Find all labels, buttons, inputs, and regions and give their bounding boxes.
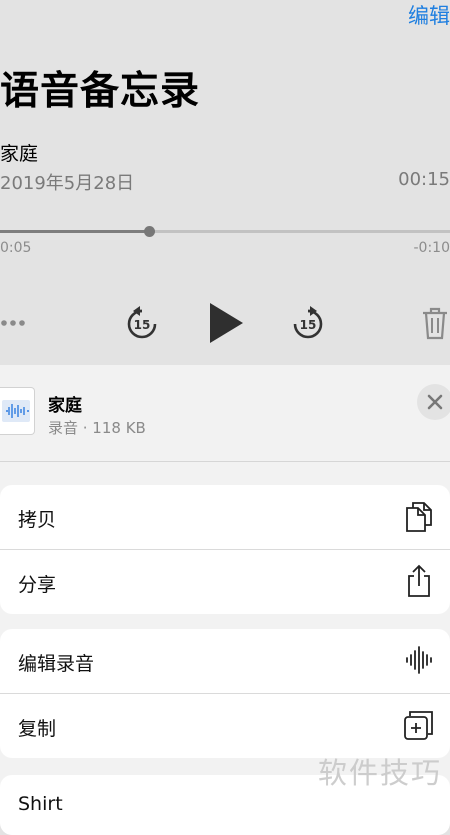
skip-back-seconds: 15	[134, 318, 151, 332]
share-sheet: 家庭 录音 · 118 KB 拷贝 分享	[0, 365, 450, 801]
playback-scrubber-thumb[interactable]	[144, 226, 155, 237]
share-icon	[402, 564, 436, 598]
elapsed-time: 0:05	[0, 240, 31, 256]
file-name: 家庭	[48, 391, 82, 416]
page-title: 语音备忘录	[0, 60, 200, 116]
duplicate-icon	[402, 708, 436, 742]
play-icon	[206, 301, 246, 345]
skip-forward-seconds: 15	[300, 318, 317, 332]
rewind-15-icon: 15	[124, 306, 160, 342]
copy-icon	[402, 499, 436, 533]
edit-button[interactable]: 编辑	[408, 0, 450, 30]
action-label: 编辑录音	[18, 649, 94, 676]
playback-progress-fill	[0, 230, 149, 233]
play-button[interactable]	[206, 301, 246, 345]
ellipsis-icon	[0, 310, 32, 336]
waveform-icon	[402, 643, 436, 677]
delete-button[interactable]	[420, 305, 450, 341]
share-sheet-header: 家庭 录音 · 118 KB	[0, 365, 450, 461]
audio-file-thumbnail	[0, 387, 35, 435]
skip-forward-15-button[interactable]: 15	[290, 306, 326, 342]
action-duplicate[interactable]: 复制	[0, 694, 450, 758]
action-label: 复制	[18, 714, 56, 741]
watermark: 软件技巧	[318, 750, 442, 792]
more-options-button[interactable]	[0, 310, 32, 336]
action-label: Shirt	[18, 793, 63, 815]
remaining-time: -0:10	[414, 240, 450, 256]
audio-file-icon	[0, 388, 34, 434]
action-label: 分享	[18, 570, 56, 597]
file-meta: 录音 · 118 KB	[48, 417, 146, 438]
recording-duration: 00:15	[398, 169, 450, 190]
action-share[interactable]: 分享	[0, 550, 450, 614]
recording-title: 家庭	[0, 139, 38, 166]
trash-icon	[420, 305, 450, 341]
action-label: 拷贝	[18, 505, 56, 532]
divider	[0, 461, 450, 462]
close-button[interactable]	[417, 384, 450, 420]
recording-date: 2019年5月28日	[0, 169, 134, 195]
action-group: 编辑录音 复制	[0, 629, 450, 758]
close-icon	[417, 384, 450, 420]
action-group: 拷贝 分享	[0, 485, 450, 614]
action-copy[interactable]: 拷贝	[0, 485, 450, 549]
forward-15-icon: 15	[290, 306, 326, 342]
action-edit-recording[interactable]: 编辑录音	[0, 629, 450, 693]
skip-back-15-button[interactable]: 15	[124, 306, 160, 342]
